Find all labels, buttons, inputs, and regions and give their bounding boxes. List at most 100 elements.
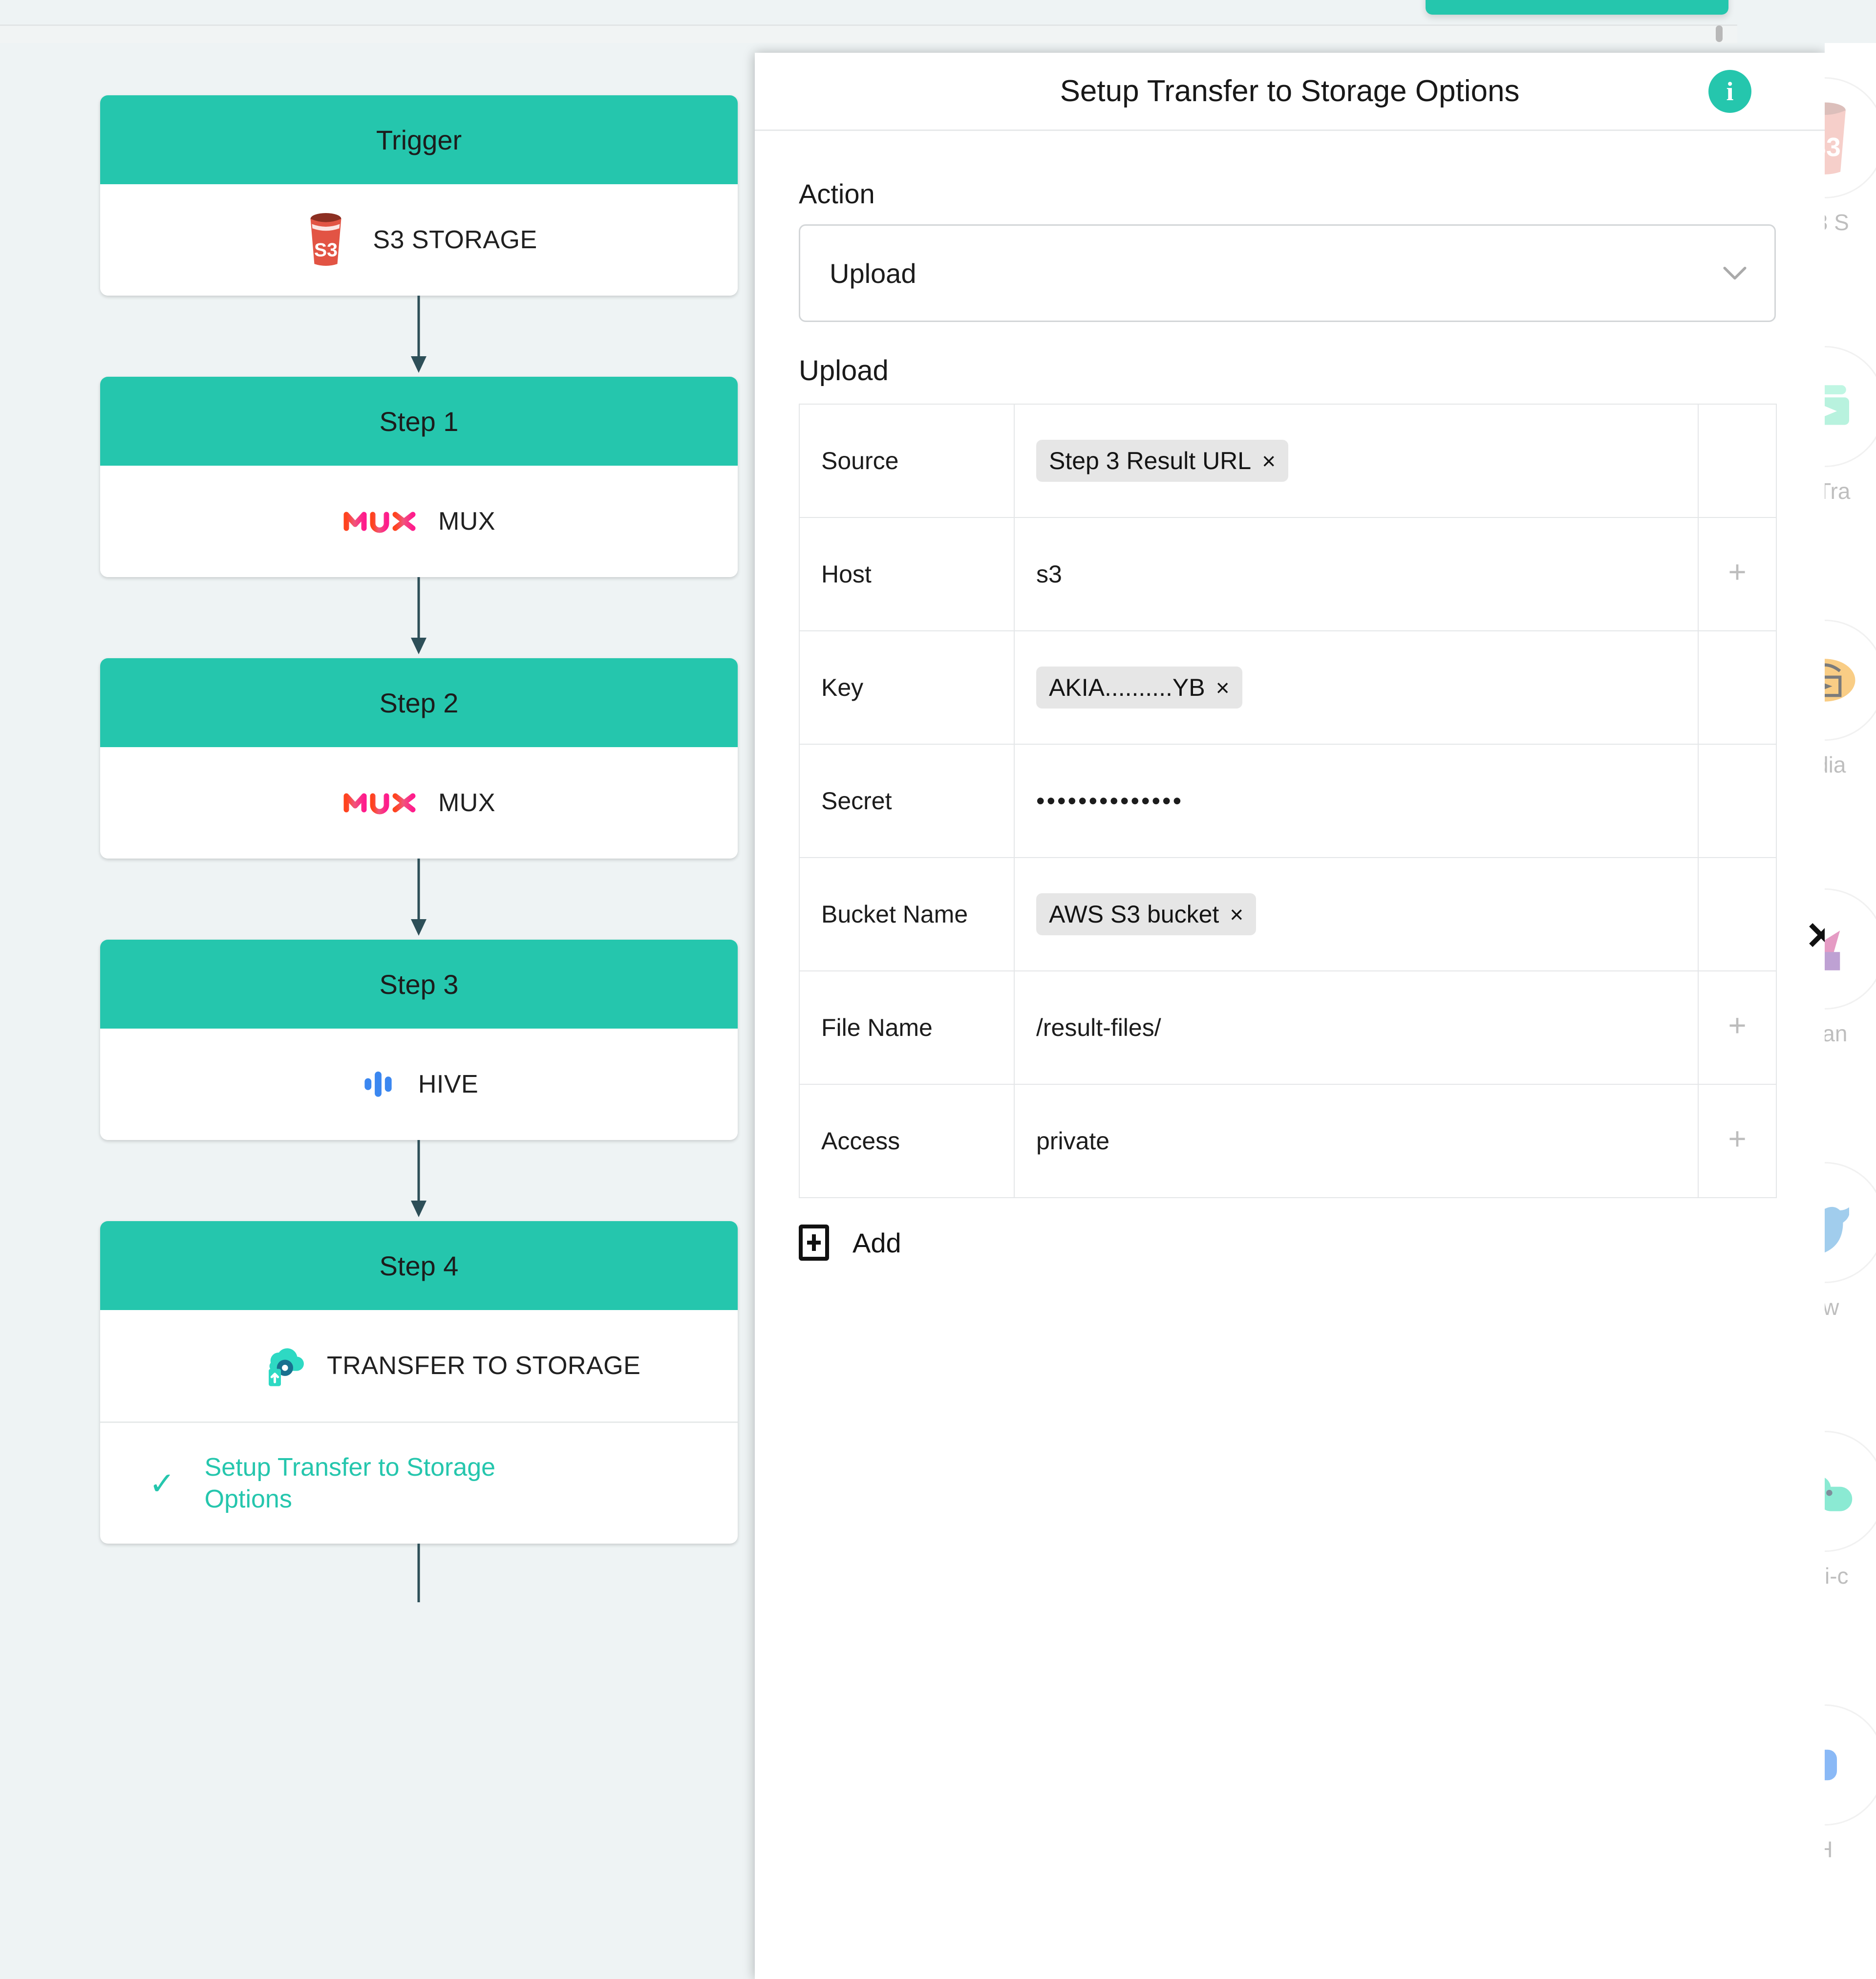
row-action: + xyxy=(1698,1084,1777,1198)
flow-connector xyxy=(100,1544,738,1625)
add-value-icon[interactable]: + xyxy=(1728,1008,1746,1043)
table-row: File Name /result-files/ + xyxy=(799,970,1777,1085)
flow-node-sublink-label: Setup Transfer to Storage Options xyxy=(204,1453,496,1513)
modal-body: Action Upload Upload Source Step 3 Resul… xyxy=(755,131,1837,1261)
upload-options-table-wrapper: Source Step 3 Result URL × Host s3 + Key… xyxy=(799,404,1837,1198)
palette-item-video[interactable]: o Tra xyxy=(1825,346,1876,504)
chip-remove-icon[interactable]: × xyxy=(1230,902,1243,928)
value-chip[interactable]: AKIA..........YB × xyxy=(1036,667,1242,709)
flow-connector xyxy=(100,296,738,377)
palette-item-label: H xyxy=(1825,1836,1876,1863)
add-value-icon[interactable]: + xyxy=(1728,1121,1746,1156)
value-chip[interactable]: AWS S3 bucket × xyxy=(1036,893,1257,935)
app-root: Trigger S3 S3 STORAGE Step 1 MUX Step 2 … xyxy=(0,0,1876,1979)
row-value[interactable]: AKIA..........YB × xyxy=(1014,630,1699,745)
palette-item-blue[interactable]: H xyxy=(1825,1704,1876,1863)
transcode-icon xyxy=(1825,888,1876,1010)
s3-icon: S3 xyxy=(300,212,351,268)
flow-node-body: HIVE xyxy=(100,1029,738,1140)
video-icon xyxy=(1825,346,1876,467)
flow-node-step-1[interactable]: Step 1 MUX xyxy=(100,377,738,577)
palette-item-label: edia xyxy=(1825,752,1846,777)
flow-node-label: HIVE xyxy=(418,1070,479,1098)
multicloud-icon xyxy=(1825,1431,1876,1552)
row-value[interactable]: private xyxy=(1014,1084,1699,1198)
upload-section-title: Upload xyxy=(799,355,889,387)
palette-item-label: Tran xyxy=(1825,1021,1848,1046)
flow-node-header: Step 3 xyxy=(100,940,738,1029)
upload-options-table: Source Step 3 Result URL × Host s3 + Key… xyxy=(799,404,1777,1198)
flow-node-body: MUX xyxy=(100,466,738,577)
row-action xyxy=(1698,857,1777,971)
palette-item-s3[interactable]: S3 S3 S xyxy=(1825,77,1876,236)
twitter-icon xyxy=(1825,1162,1876,1283)
value-chip[interactable]: Step 3 Result URL × xyxy=(1036,440,1289,482)
s3-icon: S3 xyxy=(1825,77,1876,198)
horizontal-scrollbar-thumb[interactable] xyxy=(1716,25,1723,42)
row-key: Access xyxy=(799,1084,1015,1198)
table-row: Access private + xyxy=(799,1084,1777,1198)
row-value[interactable]: /result-files/ xyxy=(1014,970,1699,1085)
action-label: Action xyxy=(799,178,875,209)
flow-connector xyxy=(100,1140,738,1221)
chip-remove-icon[interactable]: × xyxy=(1262,449,1276,474)
modal-header: Setup Transfer to Storage Options i xyxy=(755,53,1825,131)
palette-item-media[interactable]: edia xyxy=(1825,620,1876,778)
action-select-value: Upload xyxy=(830,258,917,289)
top-action-pill[interactable] xyxy=(1426,0,1728,15)
table-row: Source Step 3 Result URL × xyxy=(799,404,1777,518)
flow-node-body: TRANSFER TO STORAGE xyxy=(100,1310,738,1421)
row-action xyxy=(1698,744,1777,858)
hive-icon xyxy=(360,1065,397,1104)
flow-node-header: Step 2 xyxy=(100,658,738,747)
table-row: Key AKIA..........YB × xyxy=(799,630,1777,745)
palette-item-label: Tw xyxy=(1825,1294,1839,1320)
add-value-icon[interactable]: + xyxy=(1728,554,1746,589)
info-icon[interactable]: i xyxy=(1708,69,1751,113)
add-option-button[interactable]: Add xyxy=(799,1225,901,1261)
chip-label: Step 3 Result URL xyxy=(1049,447,1252,474)
flow-node-sublink[interactable]: ✓ Setup Transfer to Storage Options xyxy=(100,1421,738,1544)
workflow-flowchart: Trigger S3 S3 STORAGE Step 1 MUX Step 2 … xyxy=(100,95,738,1625)
row-value[interactable]: AWS S3 bucket × xyxy=(1014,857,1699,971)
flow-node-step-3[interactable]: Step 3 HIVE xyxy=(100,940,738,1140)
row-value[interactable]: Step 3 Result URL × xyxy=(1014,404,1699,518)
row-key: File Name xyxy=(799,970,1015,1085)
flow-node-step-4[interactable]: Step 4 TRANSFER TO STORAGE ✓ Setup Trans… xyxy=(100,1221,738,1544)
palette-item-twitter[interactable]: Tw xyxy=(1825,1162,1876,1320)
flow-node-label: TRANSFER TO STORAGE xyxy=(327,1352,641,1380)
chip-remove-icon[interactable]: × xyxy=(1216,675,1230,701)
flow-node-header: Trigger xyxy=(100,95,738,184)
flow-node-header: Step 1 xyxy=(100,377,738,466)
flow-node-body: MUX xyxy=(100,747,738,859)
add-box-icon xyxy=(799,1225,829,1261)
palette-item-label: S3 S xyxy=(1825,210,1849,235)
palette-item-label: o Tra xyxy=(1825,478,1851,504)
node-palette: S3 S3 S o Tra xyxy=(1825,43,1876,1979)
mux-icon xyxy=(342,508,417,536)
row-value[interactable]: s3 xyxy=(1014,517,1699,631)
flow-connector xyxy=(100,859,738,940)
horizontal-scrollbar-track[interactable] xyxy=(0,24,1737,43)
flow-node-step-2[interactable]: Step 2 MUX xyxy=(100,658,738,859)
mux-icon xyxy=(342,789,417,817)
palette-item-multicloud[interactable]: ulti-c xyxy=(1825,1431,1876,1589)
flow-node-trigger[interactable]: Trigger S3 S3 STORAGE xyxy=(100,95,738,296)
svg-text:S3: S3 xyxy=(314,239,338,260)
row-action xyxy=(1698,630,1777,745)
flow-node-label: MUX xyxy=(438,507,496,536)
flow-connector xyxy=(100,577,738,658)
row-value-masked[interactable]: •••••••••••••• xyxy=(1014,744,1699,858)
chip-label: AKIA..........YB xyxy=(1049,674,1205,701)
transfer-icon xyxy=(256,1340,305,1392)
palette-item-transcode[interactable]: Tran xyxy=(1825,888,1876,1047)
blue-icon xyxy=(1825,1704,1876,1826)
flow-node-label: MUX xyxy=(438,789,496,817)
action-select[interactable]: Upload xyxy=(799,224,1776,322)
media-icon xyxy=(1825,620,1876,741)
row-action xyxy=(1698,404,1777,518)
chip-label: AWS S3 bucket xyxy=(1049,901,1219,928)
row-key: Host xyxy=(799,517,1015,631)
setup-transfer-modal: Setup Transfer to Storage Options i Acti… xyxy=(755,53,1837,1979)
row-key: Source xyxy=(799,404,1015,518)
